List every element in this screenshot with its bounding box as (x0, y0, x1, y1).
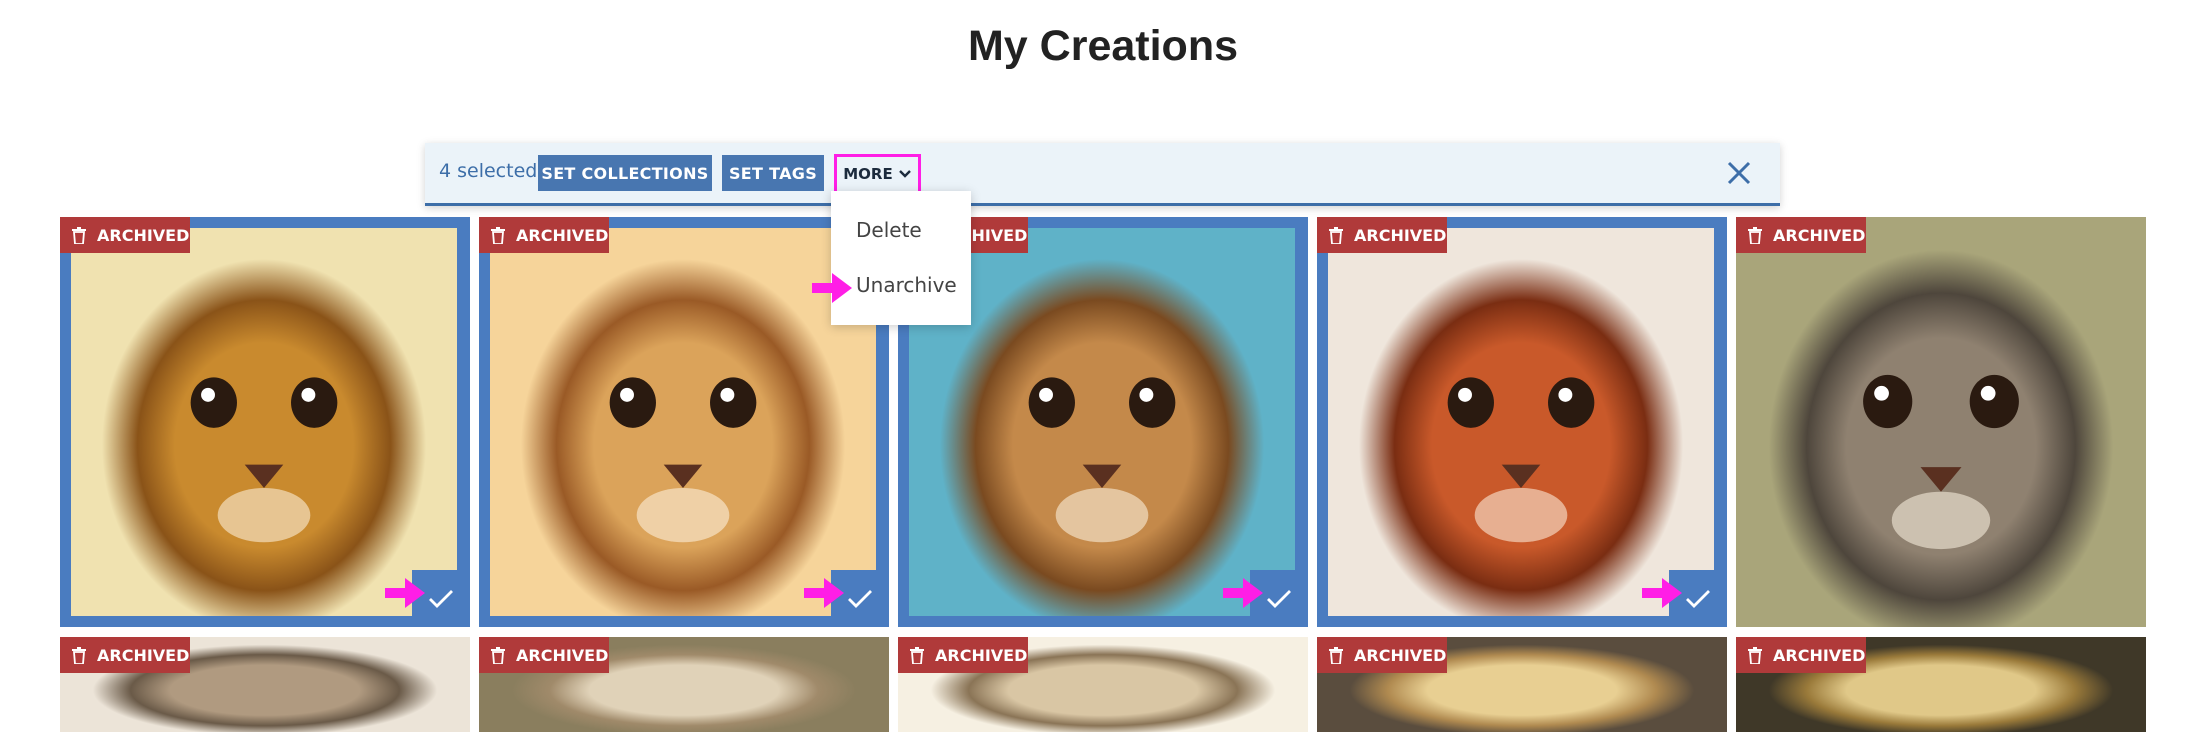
checkmark-icon (429, 589, 453, 608)
archived-label: ARCHIVED (97, 645, 190, 665)
annotation-arrow-icon (804, 578, 844, 608)
archived-badge: ARCHIVED (898, 637, 1028, 673)
archived-label: ARCHIVED (1354, 645, 1447, 665)
creation-card[interactable]: ARCHIVED (60, 217, 470, 627)
trash-icon (72, 226, 86, 244)
archived-label: ARCHIVED (516, 645, 609, 665)
lion-cub-image (71, 228, 457, 616)
archived-badge: ARCHIVED (479, 217, 609, 253)
archived-badge: ARCHIVED (60, 637, 190, 673)
trash-icon (1748, 646, 1762, 664)
creation-card[interactable]: ARCHIVED (1317, 217, 1727, 627)
archived-badge: ARCHIVED (1736, 217, 1866, 253)
creation-card[interactable]: ARCHIVED (1736, 637, 2146, 732)
archived-badge: ARCHIVED (60, 217, 190, 253)
annotation-arrow-icon (1642, 578, 1682, 608)
archived-label: ARCHIVED (1773, 645, 1866, 665)
trash-icon (491, 646, 505, 664)
menu-item-delete[interactable]: Delete (856, 218, 922, 242)
face-illustration (1863, 374, 2019, 550)
archived-label: ARCHIVED (1354, 225, 1447, 245)
archived-badge: ARCHIVED (1317, 217, 1447, 253)
chevron-down-icon (898, 170, 911, 178)
creation-card[interactable]: ARCHIVED (60, 637, 470, 732)
close-icon[interactable] (1724, 158, 1754, 188)
creation-card[interactable]: ARCHIVED (898, 637, 1308, 732)
more-label: MORE (843, 165, 893, 183)
creation-card[interactable]: ARCHIVED (479, 637, 889, 732)
annotation-arrow-icon (385, 578, 425, 608)
trash-icon (491, 226, 505, 244)
selected-count: 4 selected: (439, 160, 544, 182)
checkmark-icon (848, 589, 872, 608)
bulk-action-toolbar: 4 selected: SET COLLECTIONS SET TAGS MOR… (425, 143, 1780, 206)
trash-icon (72, 646, 86, 664)
face-illustration (190, 377, 338, 543)
set-tags-button[interactable]: SET TAGS (722, 155, 824, 191)
creation-card[interactable]: ARCHIVED (1317, 637, 1727, 732)
archived-label: ARCHIVED (516, 225, 609, 245)
archived-badge: ARCHIVED (479, 637, 609, 673)
checkmark-icon (1686, 589, 1710, 608)
archived-badge: ARCHIVED (1736, 637, 1866, 673)
lion-cub-image (1736, 217, 2146, 627)
face-illustration (1447, 377, 1595, 543)
archived-label: ARCHIVED (1773, 225, 1866, 245)
set-collections-button[interactable]: SET COLLECTIONS (538, 155, 712, 191)
checkmark-icon (1267, 589, 1291, 608)
archived-label: ARCHIVED (97, 225, 190, 245)
page-title: My Creations (967, 22, 1238, 70)
creation-card[interactable]: ARCHIVED (1736, 217, 2146, 627)
trash-icon (910, 646, 924, 664)
more-button[interactable]: MORE (834, 154, 921, 194)
menu-item-unarchive[interactable]: Unarchive (856, 273, 957, 297)
archived-label: ARCHIVED (935, 645, 1028, 665)
trash-icon (1329, 226, 1343, 244)
annotation-arrow-icon (812, 273, 852, 303)
annotation-arrow-icon (1223, 578, 1263, 608)
trash-icon (1329, 646, 1343, 664)
trash-icon (1748, 226, 1762, 244)
archived-badge: ARCHIVED (1317, 637, 1447, 673)
lion-cub-image (1328, 228, 1714, 616)
